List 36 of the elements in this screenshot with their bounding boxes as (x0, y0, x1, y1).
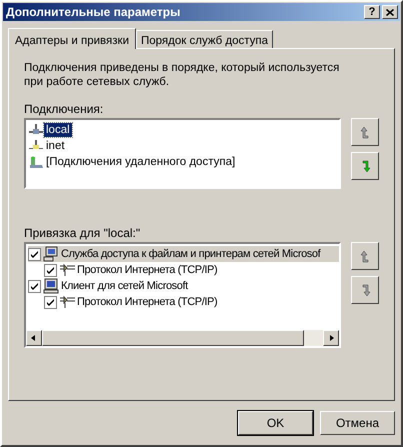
cancel-button[interactable]: Отмена (320, 411, 395, 435)
check-icon (45, 264, 56, 276)
window-title: Дополнительные параметры (6, 5, 182, 19)
check-icon (45, 296, 56, 308)
move-down-button[interactable] (351, 152, 379, 180)
tree-item[interactable]: Протокол Интернета (TCP/IP) (75, 295, 218, 309)
checkbox[interactable] (44, 296, 57, 308)
tab[interactable]: Порядок служб доступа (136, 30, 274, 48)
scroll-thumb[interactable] (42, 330, 304, 346)
ok-button[interactable]: OK (238, 411, 313, 435)
up-arrow-icon (360, 124, 370, 140)
checkbox[interactable] (28, 280, 41, 292)
checkbox[interactable] (44, 264, 57, 276)
checkbox[interactable] (28, 248, 41, 260)
tree-item[interactable]: Протокол Интернета (TCP/IP) (75, 263, 218, 277)
help-button[interactable]: ? (364, 5, 380, 19)
horizontal-scrollbar[interactable] (26, 330, 339, 346)
bindings-label: Привязка для "local:" (24, 226, 142, 240)
down-arrow-icon (360, 282, 370, 298)
tree-item[interactable]: Клиент для сетей Microsoft (59, 279, 188, 293)
down-arrow-icon (360, 158, 370, 174)
check-icon (29, 248, 40, 260)
description-text: Подключения приведены в порядке, который используется при работе сетевых служб. (24, 61, 340, 89)
tab[interactable]: Адаптеры и привязки (8, 28, 136, 49)
list-item[interactable]: local (44, 123, 72, 137)
up-arrow-icon (360, 248, 370, 264)
computer-icon (43, 246, 59, 262)
connections-list[interactable]: local inet [Подключения удаленного доступа] (24, 118, 341, 189)
bindings-tree[interactable]: Служба доступа к файлам и принтерам сетей Microsof Протокол Интернета (TCP/IP) Клиент для сетей Microsoft Протокол Интернета (TCP/IP) (24, 242, 341, 348)
close-icon (386, 8, 394, 16)
close-button[interactable] (382, 5, 398, 19)
check-icon (29, 280, 40, 292)
list-item[interactable]: [Подключения удаленного доступа] (44, 155, 238, 169)
list-item[interactable]: inet (44, 139, 67, 153)
connections-label: Подключения: (24, 102, 104, 116)
computer-icon (43, 278, 59, 294)
